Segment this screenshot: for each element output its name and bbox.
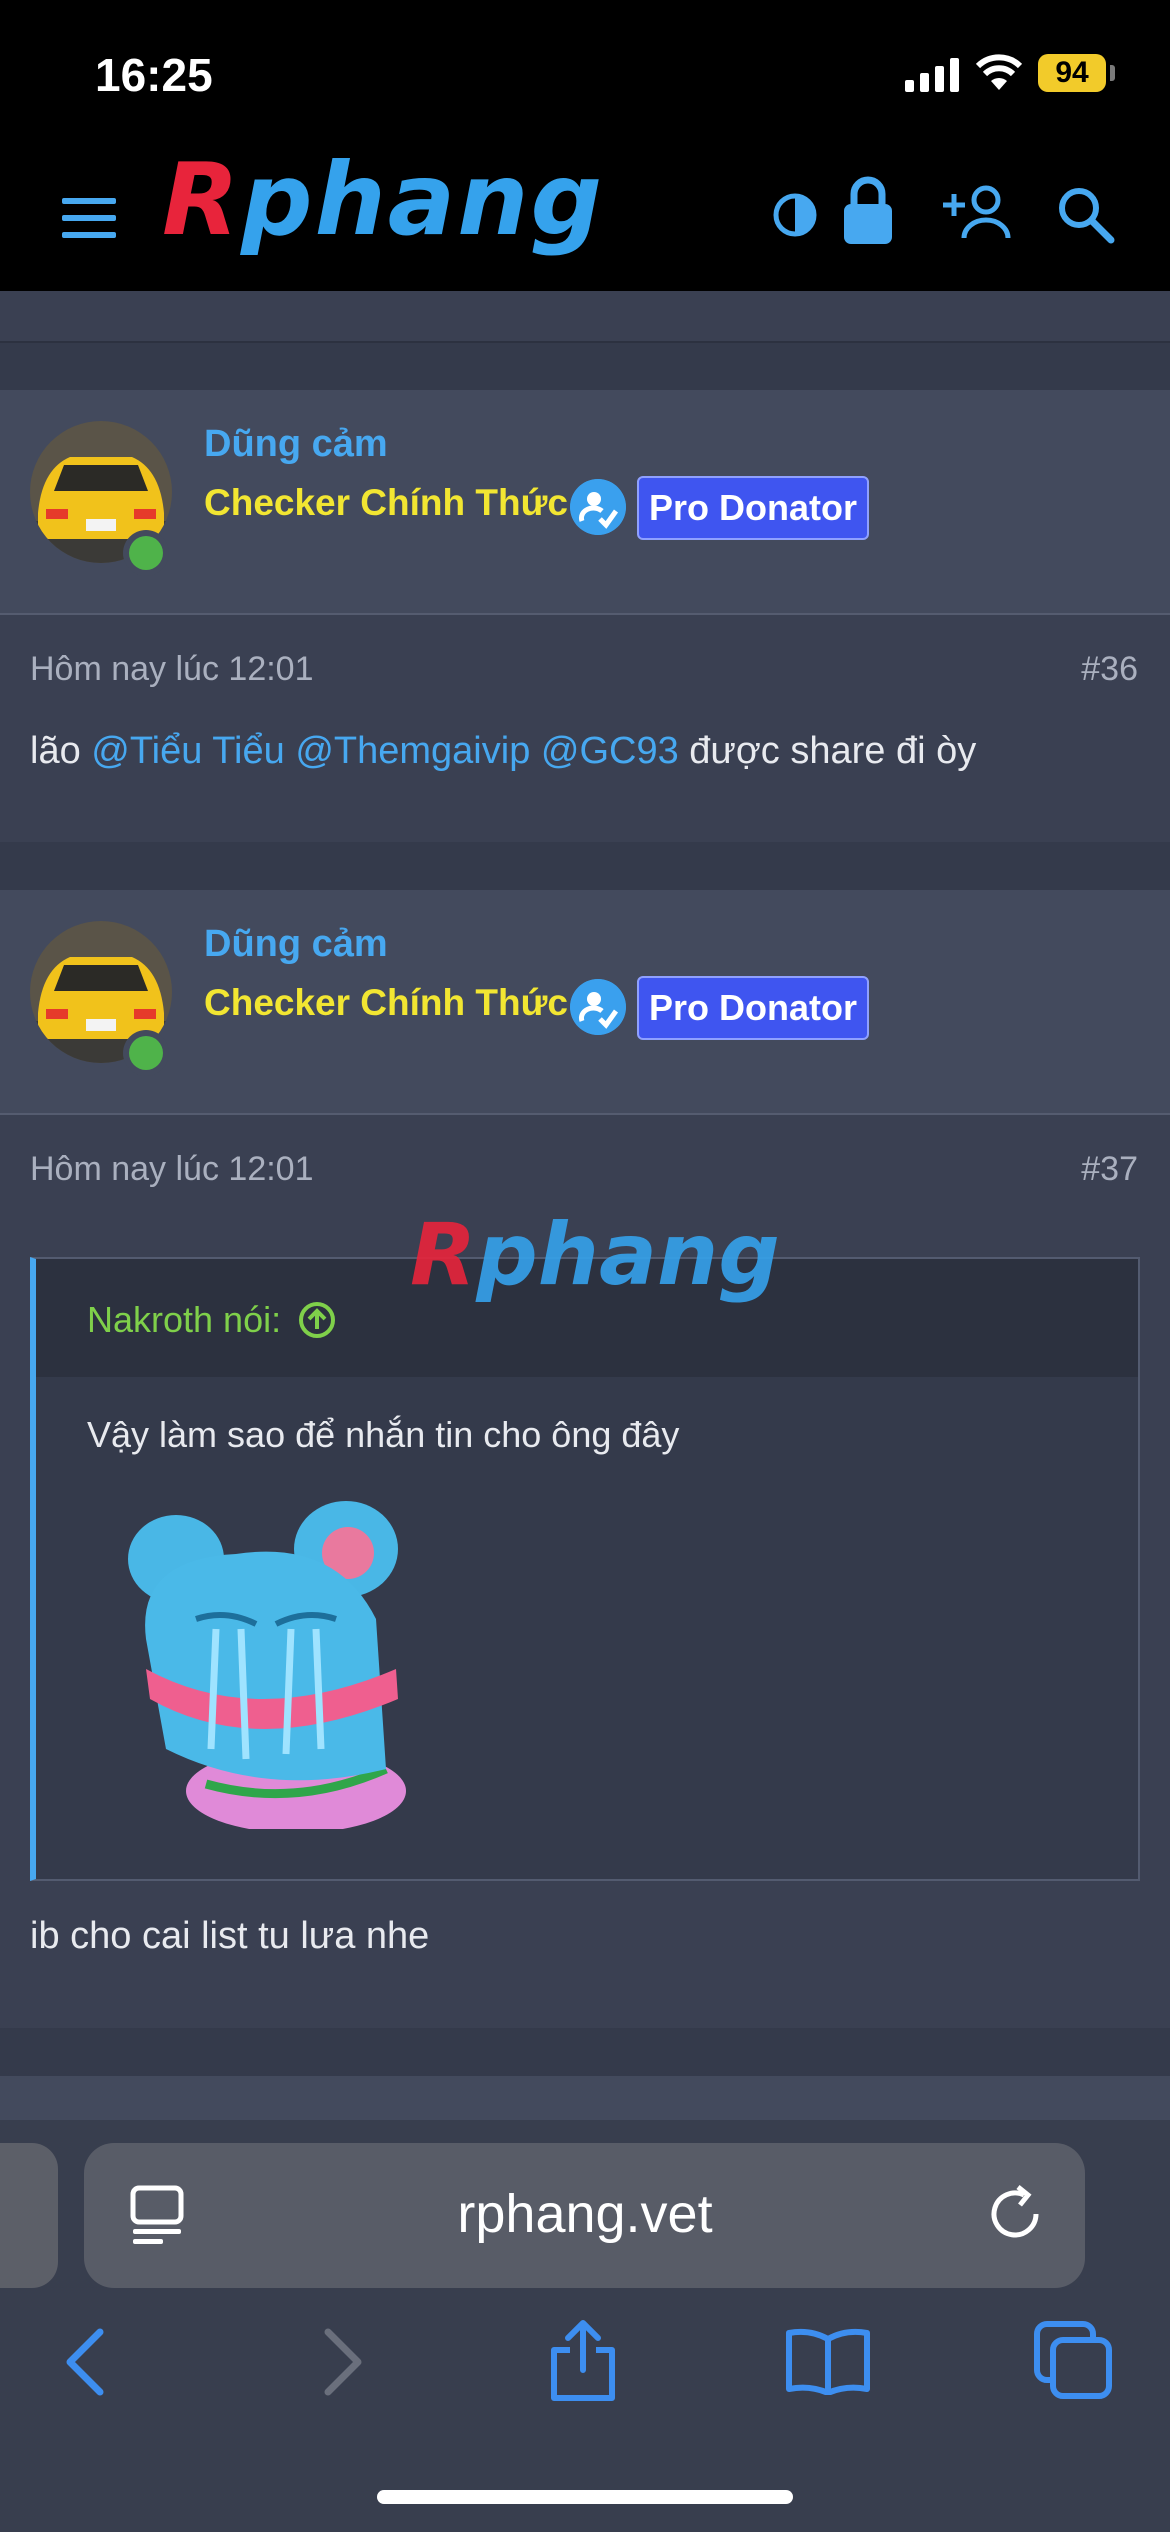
post-user-block: Dũng cảm Checker Chính Thức Pro Donator bbox=[0, 390, 1170, 615]
mention-link[interactable]: @Tiểu Tiểu bbox=[91, 730, 284, 772]
post-number[interactable]: #36 bbox=[1081, 650, 1138, 689]
post-date[interactable]: Hôm nay lúc 12:01 bbox=[30, 650, 314, 689]
reload-icon[interactable] bbox=[984, 2183, 1046, 2245]
user-title: Checker Chính Thức bbox=[204, 982, 568, 1023]
bookmarks-icon[interactable] bbox=[785, 2325, 871, 2395]
online-status bbox=[123, 1030, 169, 1076]
tabs-icon[interactable] bbox=[1033, 2320, 1113, 2400]
post-number[interactable]: #37 bbox=[1081, 1150, 1138, 1189]
status-bar: 16:25 94 bbox=[0, 0, 1170, 148]
back-icon[interactable] bbox=[62, 2328, 106, 2396]
site-logo[interactable]: Rphang bbox=[162, 150, 604, 250]
battery-tip bbox=[1110, 65, 1115, 81]
username[interactable]: Dũng cảm bbox=[204, 423, 388, 466]
post-text: lão bbox=[30, 730, 92, 772]
verified-checker-icon bbox=[570, 479, 626, 535]
pro-donator-badge: Pro Donator bbox=[637, 476, 869, 540]
logo-letter-r: R bbox=[162, 141, 242, 258]
watermark-text-rest: phang bbox=[476, 1205, 780, 1305]
search-icon[interactable] bbox=[1055, 184, 1115, 244]
watermark-letter-r: R bbox=[410, 1205, 477, 1305]
menu-icon[interactable] bbox=[60, 196, 120, 240]
logo-text-rest: phang bbox=[241, 141, 605, 258]
lock-icon[interactable] bbox=[842, 176, 894, 246]
logo-watermark: Rphang bbox=[410, 1212, 780, 1298]
crying-sticker-image bbox=[128, 1501, 406, 1829]
arrow-up-circle-icon[interactable] bbox=[297, 1300, 337, 1340]
online-status bbox=[123, 530, 169, 576]
forward-icon[interactable] bbox=[322, 2328, 366, 2396]
verified-checker-icon bbox=[570, 979, 626, 1035]
post-user-block: Dũng cảm Checker Chính Thức Pro Donator bbox=[0, 890, 1170, 1115]
theme-toggle-icon[interactable] bbox=[772, 192, 818, 238]
share-icon[interactable] bbox=[548, 2318, 618, 2402]
username[interactable]: Dũng cảm bbox=[204, 923, 388, 966]
page: 16:25 94 Rphang Dũng cảm Checker Chính T… bbox=[0, 0, 1170, 2532]
quote-author[interactable]: Nakroth nói: bbox=[87, 1299, 337, 1341]
quote-text: Vậy làm sao để nhắn tin cho ông đây bbox=[87, 1414, 680, 1455]
mention-link[interactable]: @Themgaivip bbox=[295, 730, 530, 772]
user-title: Checker Chính Thức bbox=[204, 482, 568, 523]
add-user-icon[interactable] bbox=[942, 184, 1014, 240]
battery-level: 94 bbox=[1038, 54, 1106, 92]
cellular-signal-icon bbox=[905, 58, 959, 92]
post-36: Dũng cảm Checker Chính Thức Pro Donator … bbox=[0, 390, 1170, 842]
post-text: được share đi òy bbox=[678, 730, 977, 772]
wifi-icon bbox=[975, 54, 1023, 90]
quote-block: Nakroth nói: Vậy làm sao để nhắn tin cho… bbox=[30, 1257, 1140, 1881]
previous-post-footer bbox=[0, 291, 1170, 343]
post-text: ib cho cai list tu lưa nhe bbox=[30, 1915, 430, 1957]
post-date[interactable]: Hôm nay lúc 12:01 bbox=[30, 1150, 314, 1189]
mention-link[interactable]: @GC93 bbox=[541, 730, 679, 772]
status-time: 16:25 bbox=[95, 49, 213, 101]
post-content: lão @Tiểu Tiểu @Themgaivip @GC93 được sh… bbox=[30, 730, 976, 773]
home-indicator[interactable] bbox=[377, 2490, 793, 2504]
pro-donator-badge: Pro Donator bbox=[637, 976, 869, 1040]
